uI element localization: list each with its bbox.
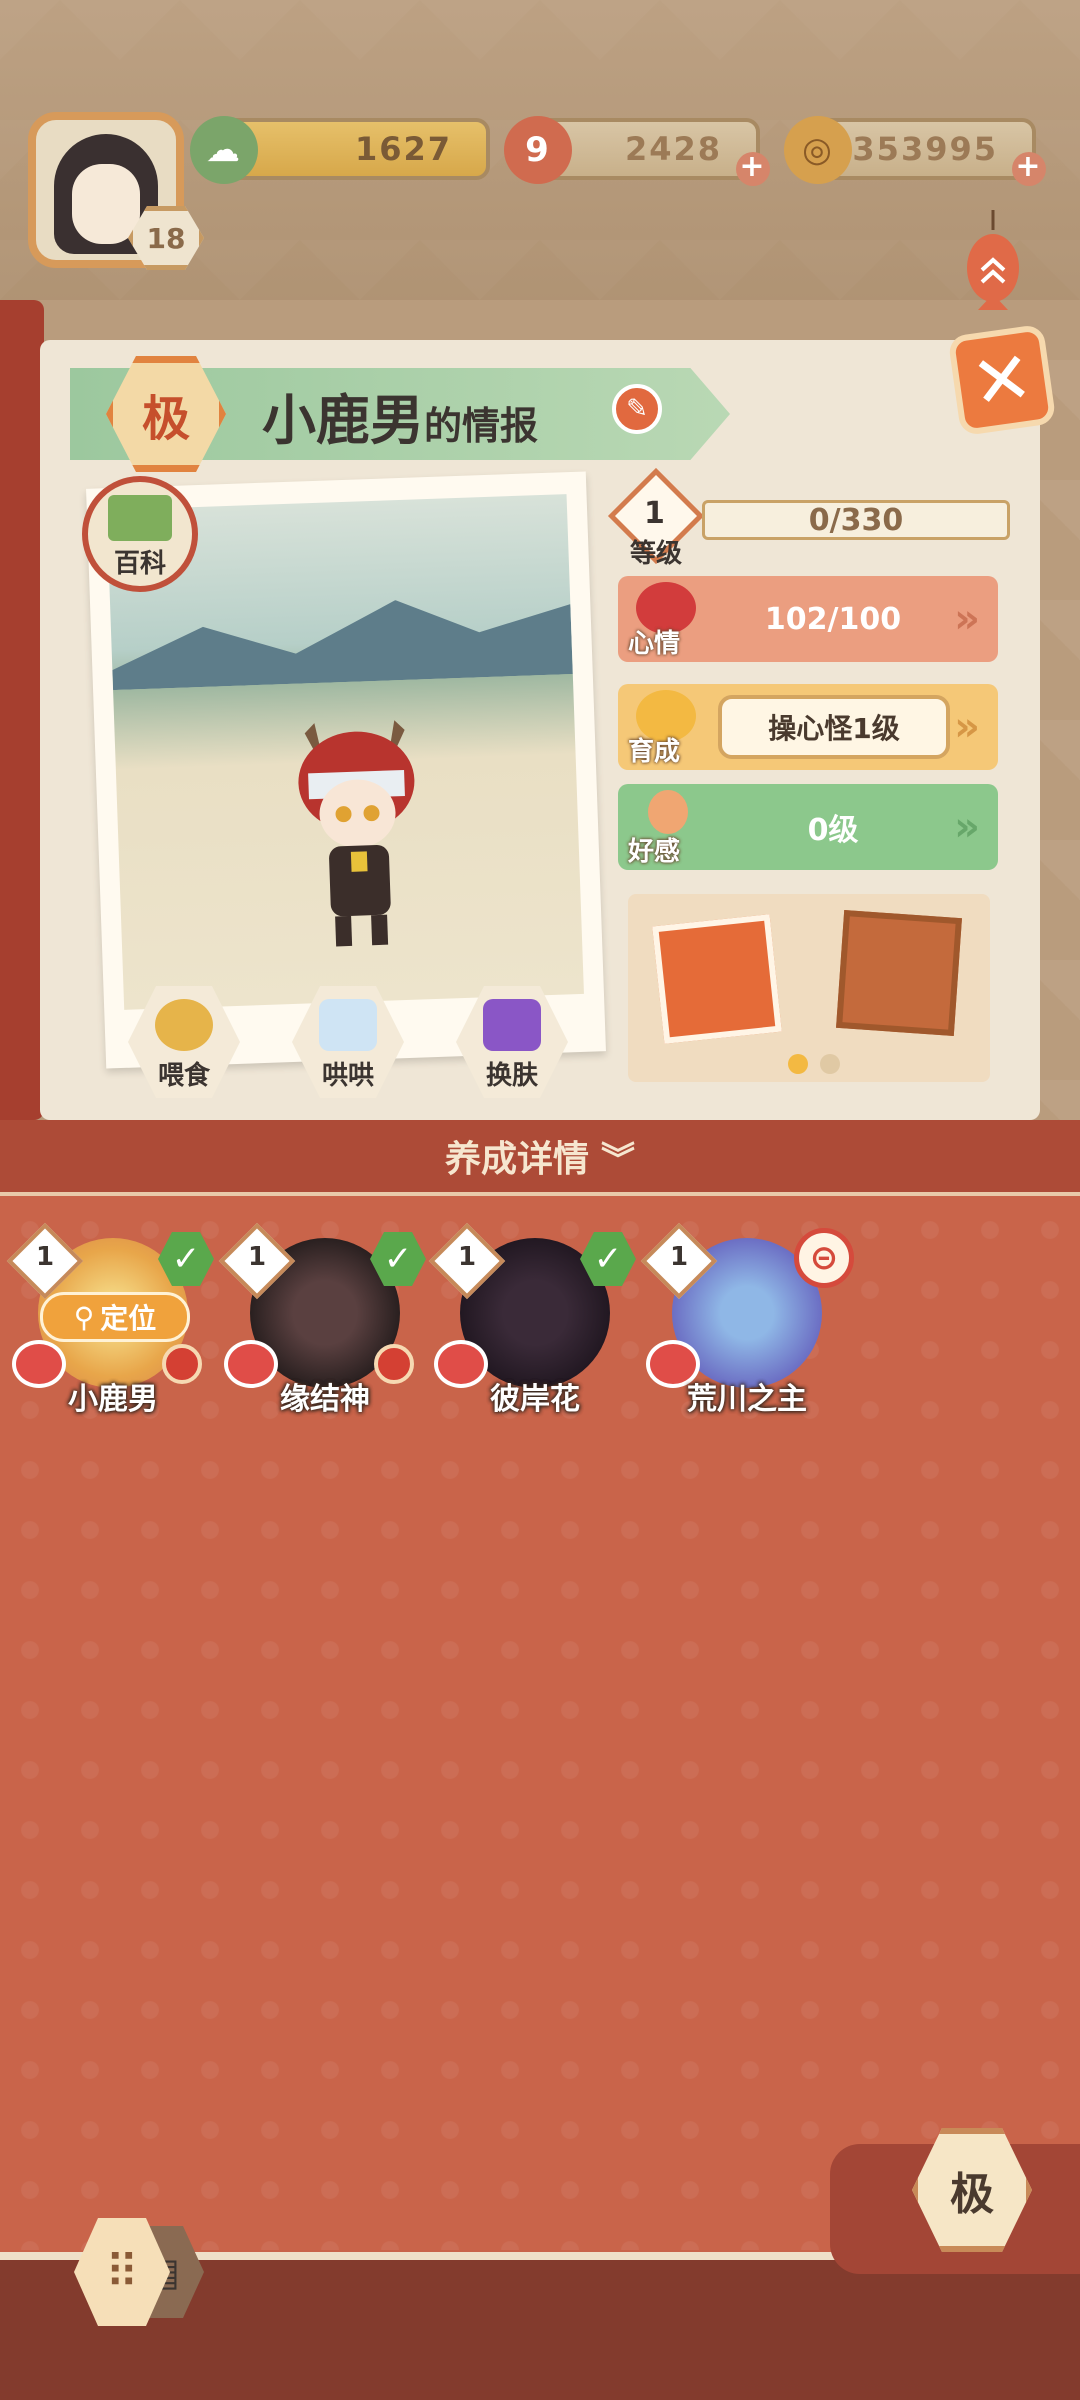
add-coins-button[interactable]: + <box>1012 152 1046 186</box>
mood-stat[interactable]: 心情 102/100 » <box>618 576 998 662</box>
favor-label: 好感 <box>628 837 681 867</box>
panel-title: 小鹿男的情报 <box>262 376 538 455</box>
pine-cloud-icon: ☁ <box>190 116 258 184</box>
mountain-backdrop <box>110 574 573 690</box>
training-stat[interactable]: 育成 操心怪1级 » <box>618 684 998 770</box>
locate-button[interactable]: ⚲ 定位 <box>40 1292 190 1342</box>
skin-label: 换肤 <box>485 1061 538 1091</box>
milk-carton-icon <box>319 999 377 1051</box>
avatar-face <box>72 164 140 244</box>
chevron-right-icon: » <box>954 596 980 642</box>
training-details-toggle[interactable]: 养成详情 ︾ <box>0 1120 1080 1196</box>
close-icon: ✕ <box>966 334 1038 426</box>
roster-item[interactable]: 1 ✓ 彼岸花 <box>428 1222 636 1417</box>
food-bowl-icon <box>155 999 213 1051</box>
training-label: 育成 <box>628 737 681 767</box>
coin-icon: ◎ <box>784 116 852 184</box>
level-progress: 0/330 <box>702 500 1010 540</box>
edit-name-button[interactable]: ✎ <box>612 384 662 434</box>
book-spine <box>0 300 44 1120</box>
hero-name: 彼岸花 <box>490 1382 580 1417</box>
roster-item[interactable]: 1 ⊝ 荒川之主 <box>640 1222 854 1417</box>
close-button[interactable]: ✕ <box>947 323 1057 437</box>
stamina-counter[interactable]: 9 2428 + <box>504 116 770 186</box>
hero-name: 缘结神 <box>280 1382 370 1417</box>
hero-level: 1 <box>36 1242 55 1272</box>
locate-label: 定位 <box>100 1302 157 1335</box>
mood-label: 心情 <box>628 629 681 659</box>
gem-icon <box>483 999 541 1051</box>
character-sprite[interactable] <box>284 699 433 964</box>
favor-stat[interactable]: 好感 0级 » <box>618 784 998 870</box>
title-suffix: 的情报 <box>424 404 539 448</box>
pin-icon: ⚲ <box>73 1300 95 1334</box>
page-dot[interactable] <box>820 1054 840 1074</box>
roster-item[interactable]: 1 ✓ 缘结神 <box>218 1222 426 1417</box>
book-icon <box>108 495 172 541</box>
coax-label: 哄哄 <box>321 1061 374 1091</box>
wiki-button[interactable]: 百科 <box>82 476 198 592</box>
framed-item-card[interactable] <box>836 910 962 1036</box>
chevron-down-icon: ︾ <box>601 1139 635 1180</box>
flame-icon: 9 <box>504 116 572 184</box>
mood-value: 102/100 <box>764 601 902 637</box>
training-value: 操心怪1级 <box>718 695 950 759</box>
jade-counter[interactable]: ☁ 1627 <box>190 116 490 184</box>
fish-charm-icon[interactable] <box>958 210 1028 320</box>
add-stamina-button[interactable]: + <box>736 152 770 186</box>
grid-icon: ⠿ <box>105 2245 139 2299</box>
level-label: 等级 <box>630 539 683 569</box>
level-number: 1 <box>644 496 665 531</box>
feed-label: 喂食 <box>157 1061 210 1091</box>
wiki-label: 百科 <box>113 549 166 579</box>
peach-icon <box>648 790 688 834</box>
pencil-icon: ✎ <box>626 394 648 424</box>
chevron-right-icon: » <box>954 704 980 750</box>
item-cards <box>628 894 990 1082</box>
chevron-right-icon: » <box>954 804 980 850</box>
mystery-gift-card[interactable] <box>652 914 782 1044</box>
favor-value: 0级 <box>807 813 859 848</box>
level-stat: 1 等级 0/330 <box>607 467 1010 569</box>
character-name: 小鹿男 <box>262 389 424 452</box>
coin-value: 353995 <box>852 130 998 168</box>
jade-value: 1627 <box>354 130 452 168</box>
hero-name: 荒川之主 <box>687 1382 807 1417</box>
hero-level: 1 <box>458 1242 477 1272</box>
details-label: 养成详情 <box>444 1139 589 1180</box>
page-dot-active[interactable] <box>788 1054 808 1074</box>
hero-level: 1 <box>248 1242 267 1272</box>
stamina-value: 2428 <box>624 130 722 168</box>
lock-icon: ⊝ <box>794 1228 854 1288</box>
hero-name: 小鹿男 <box>68 1382 158 1417</box>
hero-level: 1 <box>670 1242 689 1272</box>
coin-counter[interactable]: ◎ 353995 + <box>784 116 1046 186</box>
